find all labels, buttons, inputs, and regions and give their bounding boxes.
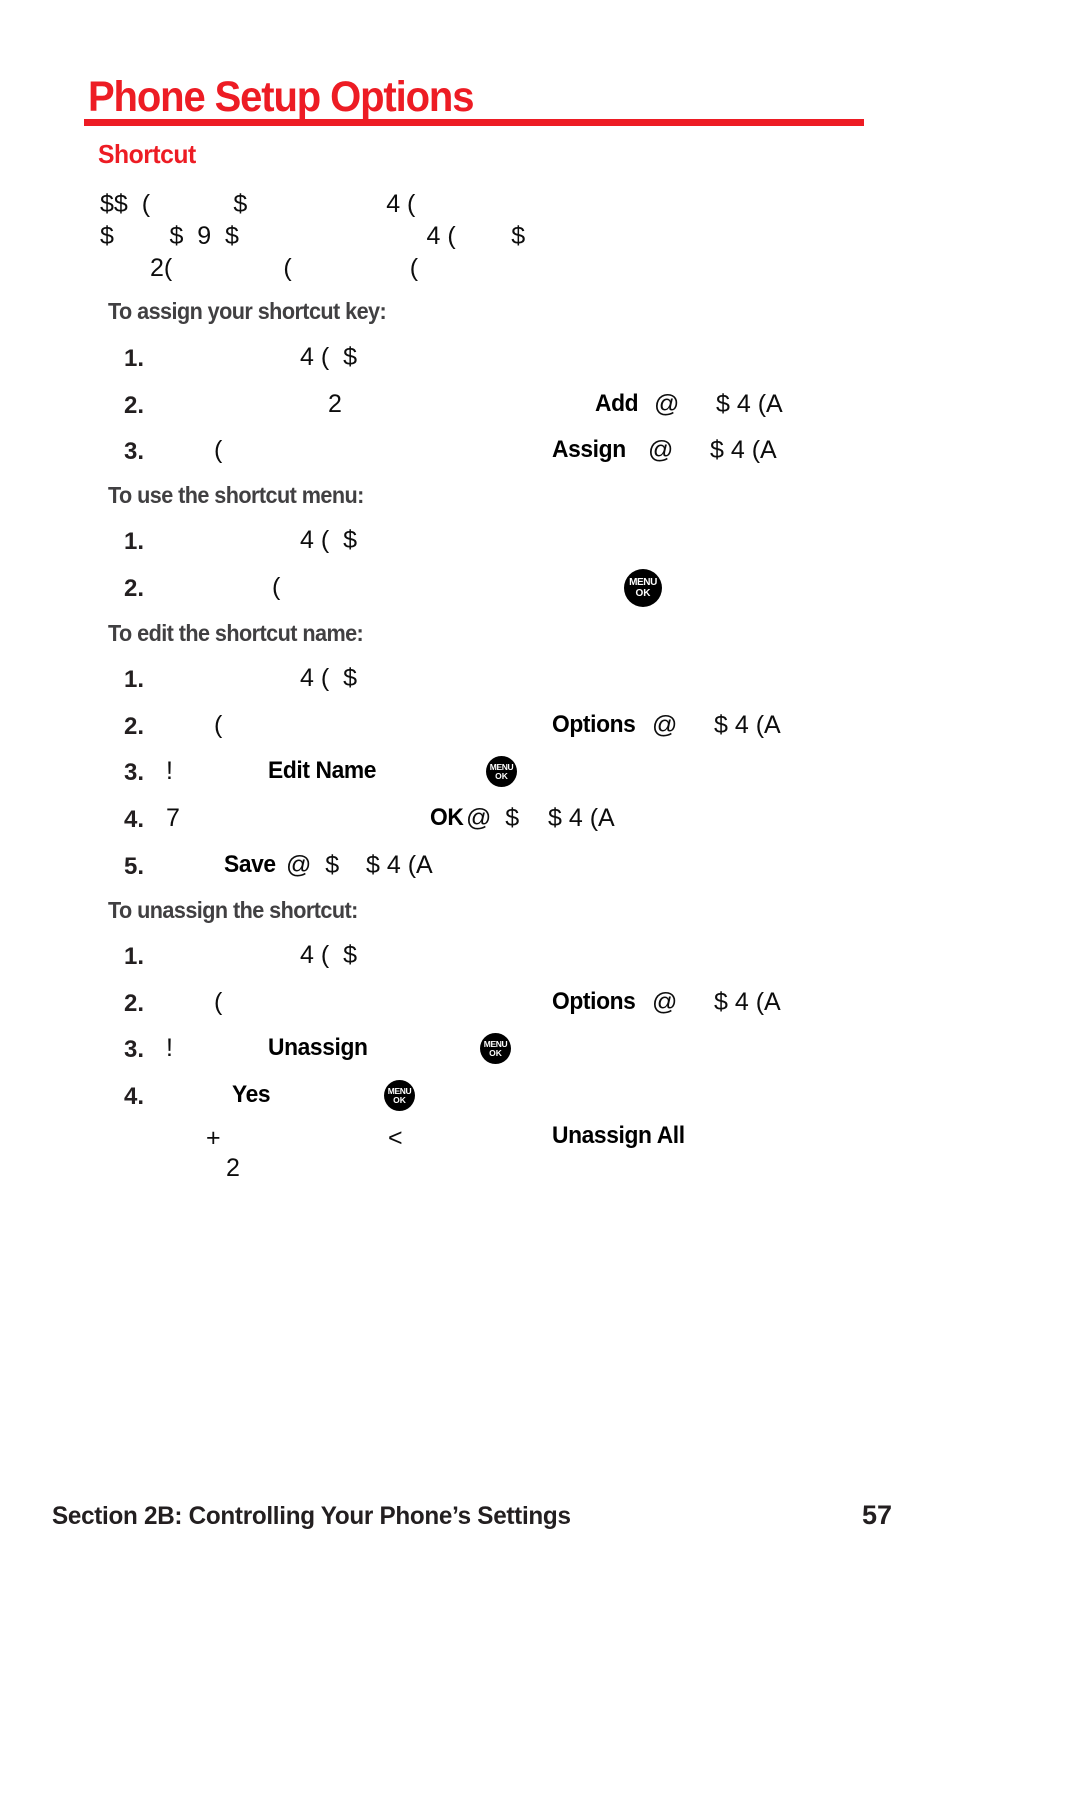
step-text: $ 4 (A: [714, 988, 781, 1016]
title-divider-rule: [84, 119, 864, 126]
section-heading: Shortcut: [98, 139, 196, 169]
menu-ok-key-icon: MENU OK: [384, 1080, 415, 1111]
ui-menu-label-options: Options: [552, 988, 636, 1015]
step-number: 5.: [124, 853, 145, 880]
step-text: $ 4 (A: [710, 436, 777, 464]
step-text: @: [648, 436, 674, 464]
step-text: @: [652, 988, 678, 1016]
step-text: (: [214, 988, 223, 1016]
step-text: 4 ( $: [300, 343, 357, 371]
ui-menu-label-unassign: Unassign: [268, 1034, 368, 1061]
step-text: $ 4 (A: [716, 390, 783, 418]
step-number: 3.: [124, 759, 145, 786]
step-text: $ 4 (A: [548, 804, 615, 832]
procedure-heading-edit-shortcut-name: To edit the shortcut name:: [108, 620, 364, 646]
procedure-heading-use-shortcut-menu: To use the shortcut menu:: [108, 482, 364, 508]
step-text: @: [654, 390, 680, 418]
step-text: (: [214, 711, 223, 739]
step-number: 1.: [124, 345, 145, 372]
ui-menu-label-unassign-all: Unassign All: [552, 1122, 685, 1149]
menu-ok-icon-bottom-label: OK: [635, 587, 651, 599]
note-glyph-left: +: [206, 1124, 221, 1152]
intro-paragraph-line-3: 2( ( (: [150, 254, 419, 282]
ui-menu-label-options: Options: [552, 711, 636, 738]
note-glyph-second-line: 2: [226, 1154, 240, 1182]
note-glyph-mid: <: [388, 1124, 403, 1152]
step-text: 7: [166, 804, 180, 832]
ui-menu-label-save: Save: [224, 851, 276, 878]
menu-ok-icon-top-label: MENU: [629, 576, 657, 588]
step-number: 4.: [124, 806, 145, 833]
step-number: 2.: [124, 575, 145, 602]
step-text: 4 ( $: [300, 664, 357, 692]
manual-page: Phone Setup Options Shortcut $$ ( $ 4 ( …: [0, 0, 1080, 1800]
ui-menu-label-ok: OK: [430, 804, 464, 831]
step-number: 1.: [124, 943, 145, 970]
step-text: (: [214, 436, 223, 464]
step-number: 1.: [124, 666, 145, 693]
footer-page-number: 57: [862, 1500, 893, 1530]
step-text: @ $: [466, 804, 520, 832]
procedure-heading-assign-shortcut-key: To assign your shortcut key:: [108, 298, 387, 324]
step-number: 2.: [124, 990, 145, 1017]
ui-menu-label-edit-name: Edit Name: [268, 757, 377, 784]
intro-paragraph-line-2: $ $ 9 $ 4 ( $: [100, 222, 526, 250]
step-number: 1.: [124, 528, 145, 555]
step-text: 4 ( $: [300, 941, 357, 969]
intro-paragraph-line-1: $$ ( $ 4 (: [100, 190, 416, 218]
step-text: 4 ( $: [300, 526, 357, 554]
step-text: !: [166, 1034, 173, 1062]
ui-menu-label-add: Add: [595, 390, 639, 417]
page-title: Phone Setup Options: [88, 73, 474, 121]
menu-ok-icon-bottom-label: OK: [489, 1048, 502, 1058]
menu-ok-key-icon: MENU OK: [480, 1033, 511, 1064]
step-text: !: [166, 757, 173, 785]
step-text: $ 4 (A: [714, 711, 781, 739]
ui-menu-label-assign: Assign: [552, 436, 626, 463]
step-text: (: [272, 573, 281, 601]
menu-ok-key-icon: MENU OK: [624, 569, 662, 607]
step-text: $ 4 (A: [366, 851, 433, 879]
procedure-heading-unassign-shortcut: To unassign the shortcut:: [108, 897, 358, 923]
menu-ok-icon-bottom-label: OK: [393, 1095, 406, 1105]
ui-menu-label-yes: Yes: [232, 1081, 271, 1108]
menu-ok-icon-top-label: MENU: [483, 1038, 508, 1049]
menu-ok-key-icon: MENU OK: [486, 756, 517, 787]
step-text: @ $: [286, 851, 340, 879]
step-number: 2.: [124, 392, 145, 419]
menu-ok-icon-bottom-label: OK: [495, 771, 508, 781]
step-number: 3.: [124, 1036, 145, 1063]
step-text: 2: [328, 390, 342, 418]
footer-section-label: Section 2B: Controlling Your Phone’s Set…: [52, 1502, 571, 1530]
step-number: 2.: [124, 713, 145, 740]
step-number: 3.: [124, 438, 145, 465]
step-number: 4.: [124, 1083, 145, 1110]
menu-ok-icon-top-label: MENU: [387, 1085, 412, 1096]
step-text: @: [652, 711, 678, 739]
menu-ok-icon-top-label: MENU: [489, 761, 514, 772]
